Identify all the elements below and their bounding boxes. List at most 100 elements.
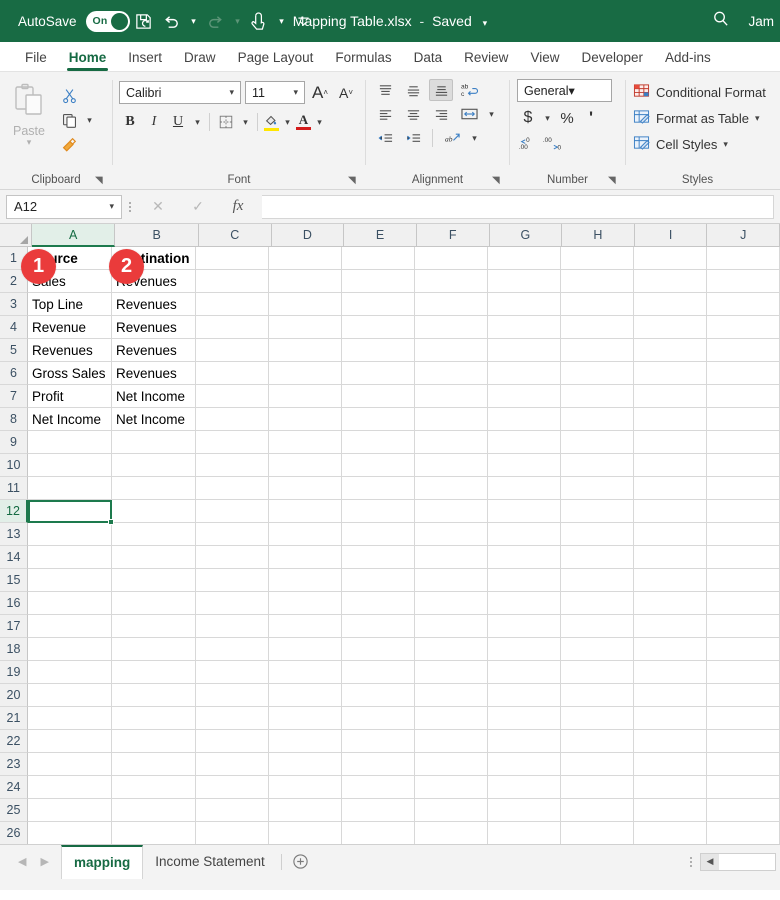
row-header-26[interactable]: 26 bbox=[0, 822, 28, 844]
cell-H26[interactable] bbox=[561, 822, 634, 844]
cell-F24[interactable] bbox=[415, 776, 488, 799]
cell-F23[interactable] bbox=[415, 753, 488, 776]
save-refresh-icon[interactable] bbox=[130, 0, 158, 42]
cell-A26[interactable] bbox=[28, 822, 112, 844]
cell-A3[interactable]: Top Line bbox=[28, 293, 112, 316]
align-right-icon[interactable] bbox=[429, 103, 453, 125]
cell-J6[interactable] bbox=[707, 362, 780, 385]
cell-F1[interactable] bbox=[415, 247, 488, 270]
cell-D10[interactable] bbox=[269, 454, 342, 477]
cell-D16[interactable] bbox=[269, 592, 342, 615]
column-header-i[interactable]: I bbox=[634, 224, 708, 247]
cell-F5[interactable] bbox=[415, 339, 488, 362]
row-header-6[interactable]: 6 bbox=[0, 362, 28, 385]
cell-D5[interactable] bbox=[269, 339, 342, 362]
cell-H15[interactable] bbox=[561, 569, 634, 592]
autosave-toggle[interactable]: On bbox=[85, 10, 130, 32]
cell-J16[interactable] bbox=[707, 592, 780, 615]
cell-B12[interactable] bbox=[112, 500, 196, 523]
cell-D18[interactable] bbox=[269, 638, 342, 661]
cell-E11[interactable] bbox=[342, 477, 415, 500]
cell-F14[interactable] bbox=[415, 546, 488, 569]
cell-H4[interactable] bbox=[561, 316, 634, 339]
paste-dropdown-icon[interactable]: ▾ bbox=[27, 137, 32, 148]
cell-A16[interactable] bbox=[28, 592, 112, 615]
cell-C3[interactable] bbox=[196, 293, 269, 316]
cell-J17[interactable] bbox=[707, 615, 780, 638]
cell-C8[interactable] bbox=[196, 408, 269, 431]
cell-D20[interactable] bbox=[269, 684, 342, 707]
cell-A23[interactable] bbox=[28, 753, 112, 776]
cell-D2[interactable] bbox=[269, 270, 342, 293]
cell-G10[interactable] bbox=[488, 454, 561, 477]
conditional-formatting-button[interactable]: Conditional Format bbox=[633, 81, 766, 104]
cell-B5[interactable]: Revenues bbox=[112, 339, 196, 362]
cell-B11[interactable] bbox=[112, 477, 196, 500]
cell-I24[interactable] bbox=[634, 776, 707, 799]
cell-C16[interactable] bbox=[196, 592, 269, 615]
cell-B10[interactable] bbox=[112, 454, 196, 477]
cell-H10[interactable] bbox=[561, 454, 634, 477]
cell-C17[interactable] bbox=[196, 615, 269, 638]
cell-G4[interactable] bbox=[488, 316, 561, 339]
row-header-15[interactable]: 15 bbox=[0, 569, 28, 592]
cell-J11[interactable] bbox=[707, 477, 780, 500]
cell-E8[interactable] bbox=[342, 408, 415, 431]
cell-B7[interactable]: Net Income bbox=[112, 385, 196, 408]
cell-J23[interactable] bbox=[707, 753, 780, 776]
fill-color-dropdown-icon[interactable]: ▾ bbox=[281, 117, 294, 128]
cell-A21[interactable] bbox=[28, 707, 112, 730]
row-header-25[interactable]: 25 bbox=[0, 799, 28, 822]
cell-H19[interactable] bbox=[561, 661, 634, 684]
save-status[interactable]: Saved bbox=[432, 13, 472, 29]
tab-data[interactable]: Data bbox=[403, 50, 454, 71]
cell-A12[interactable] bbox=[28, 500, 112, 523]
cell-J25[interactable] bbox=[707, 799, 780, 822]
row-header-22[interactable]: 22 bbox=[0, 730, 28, 753]
cell-G24[interactable] bbox=[488, 776, 561, 799]
cell-F9[interactable] bbox=[415, 431, 488, 454]
underline-button[interactable]: U bbox=[167, 111, 189, 133]
tab-add-ins[interactable]: Add-ins bbox=[654, 50, 722, 71]
cell-B17[interactable] bbox=[112, 615, 196, 638]
cell-B23[interactable] bbox=[112, 753, 196, 776]
cell-G20[interactable] bbox=[488, 684, 561, 707]
cell-G3[interactable] bbox=[488, 293, 561, 316]
cell-E4[interactable] bbox=[342, 316, 415, 339]
cell-J22[interactable] bbox=[707, 730, 780, 753]
align-bottom-icon[interactable] bbox=[429, 79, 453, 101]
column-header-f[interactable]: F bbox=[416, 224, 490, 247]
cell-H8[interactable] bbox=[561, 408, 634, 431]
cell-I4[interactable] bbox=[634, 316, 707, 339]
cell-I23[interactable] bbox=[634, 753, 707, 776]
cell-G19[interactable] bbox=[488, 661, 561, 684]
cell-E3[interactable] bbox=[342, 293, 415, 316]
cell-J26[interactable] bbox=[707, 822, 780, 844]
cell-D23[interactable] bbox=[269, 753, 342, 776]
align-left-icon[interactable] bbox=[373, 103, 397, 125]
cell-E16[interactable] bbox=[342, 592, 415, 615]
cell-A9[interactable] bbox=[28, 431, 112, 454]
row-header-21[interactable]: 21 bbox=[0, 707, 28, 730]
row-header-8[interactable]: 8 bbox=[0, 408, 28, 431]
column-header-j[interactable]: J bbox=[707, 224, 780, 247]
cell-H17[interactable] bbox=[561, 615, 634, 638]
tab-file[interactable]: File bbox=[14, 50, 58, 71]
cell-D9[interactable] bbox=[269, 431, 342, 454]
number-format-dropdown-icon[interactable]: ▾ bbox=[568, 83, 574, 98]
sheet-tab-income-statement[interactable]: Income Statement bbox=[143, 845, 277, 879]
format-as-table-button[interactable]: Format as Table ▾ bbox=[633, 107, 766, 130]
cell-B26[interactable] bbox=[112, 822, 196, 844]
cell-B16[interactable] bbox=[112, 592, 196, 615]
tab-developer[interactable]: Developer bbox=[570, 50, 654, 71]
name-box[interactable]: A12 ▾ bbox=[6, 194, 122, 219]
cell-C4[interactable] bbox=[196, 316, 269, 339]
undo-icon[interactable] bbox=[158, 0, 186, 42]
row-header-9[interactable]: 9 bbox=[0, 431, 28, 454]
row-header-7[interactable]: 7 bbox=[0, 385, 28, 408]
cell-I17[interactable] bbox=[634, 615, 707, 638]
cell-J1[interactable] bbox=[707, 247, 780, 270]
cell-A19[interactable] bbox=[28, 661, 112, 684]
row-header-23[interactable]: 23 bbox=[0, 753, 28, 776]
tab-view[interactable]: View bbox=[519, 50, 570, 71]
